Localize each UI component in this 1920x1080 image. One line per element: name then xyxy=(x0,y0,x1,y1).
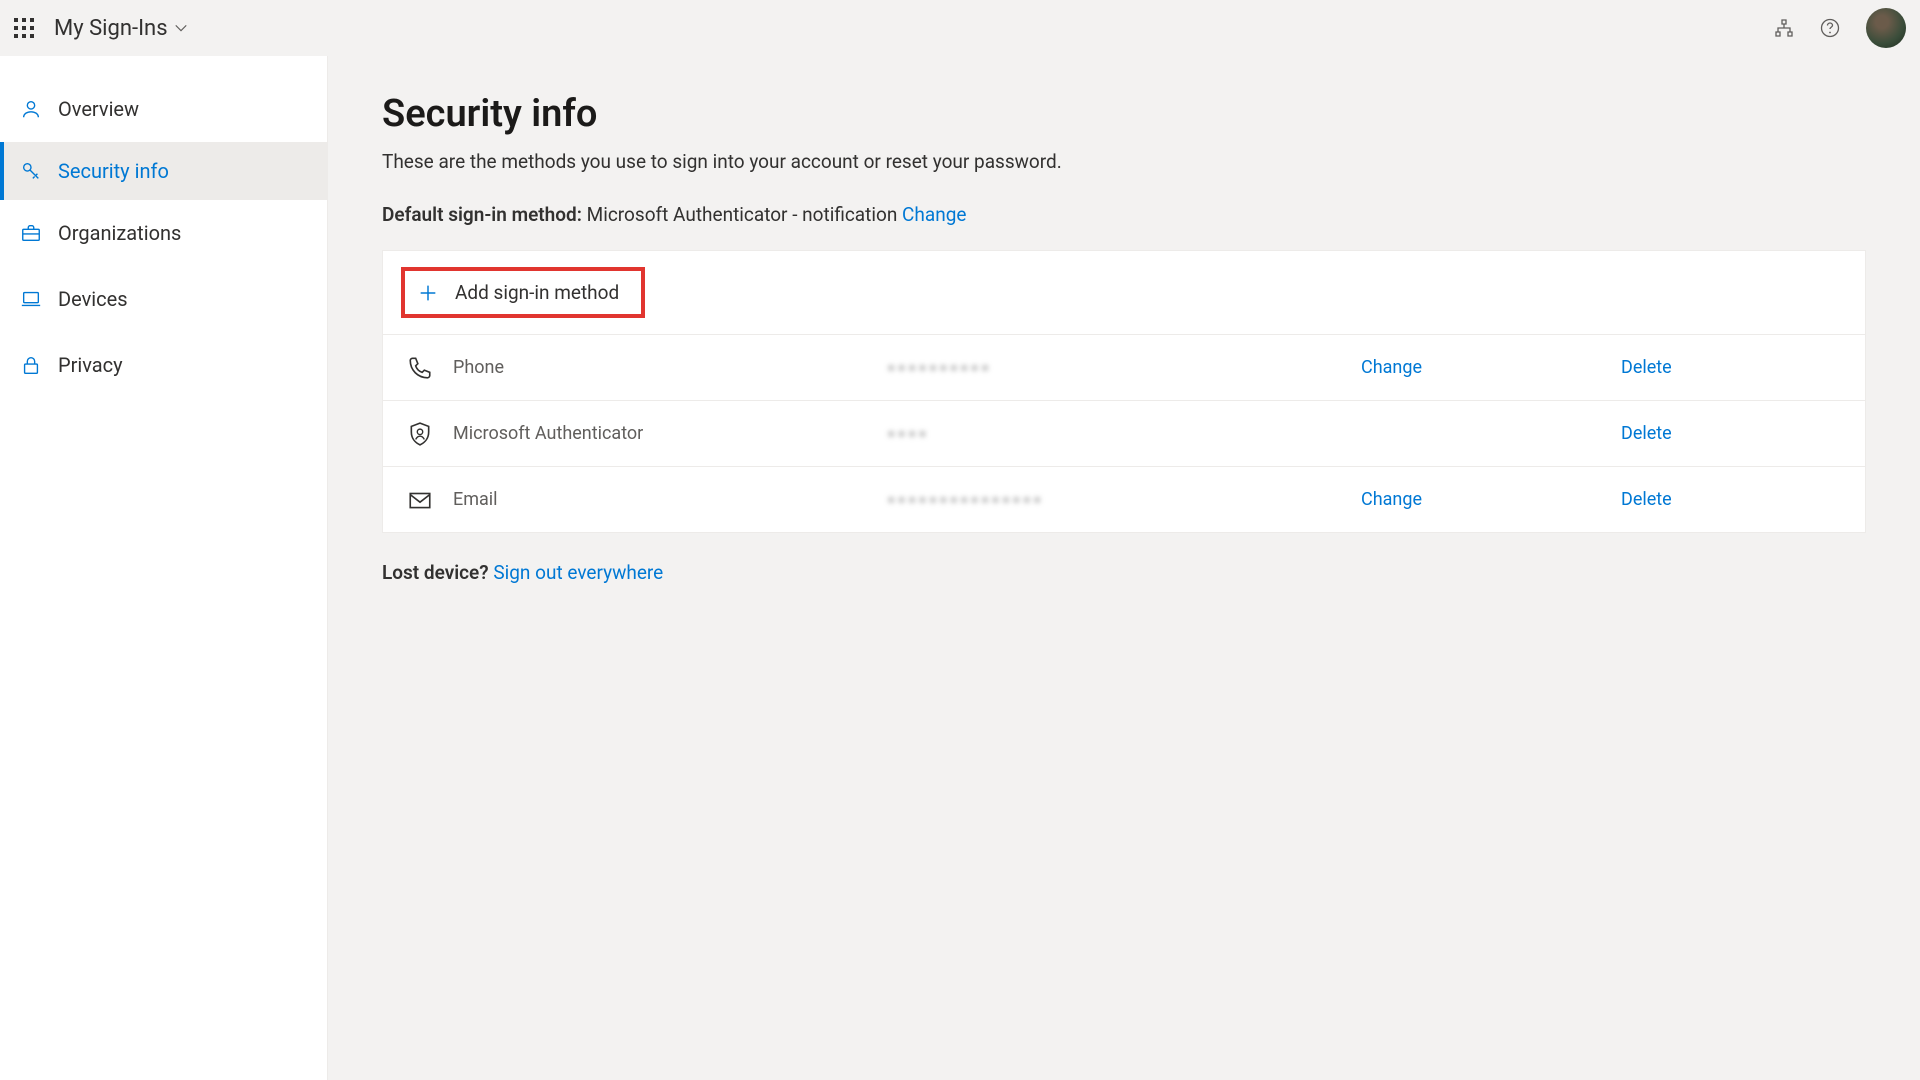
lost-device-label: Lost device? xyxy=(382,561,489,584)
chevron-down-icon xyxy=(174,21,188,35)
avatar[interactable] xyxy=(1866,8,1906,48)
add-method-row: Add sign-in method xyxy=(383,251,1865,334)
method-row-phone: Phone •••••••••• Change Delete xyxy=(383,334,1865,400)
laptop-icon xyxy=(20,288,42,310)
sign-out-everywhere-link[interactable]: Sign out everywhere xyxy=(493,561,663,584)
header-left: My Sign-Ins xyxy=(14,16,188,41)
sidebar-item-privacy[interactable]: Privacy xyxy=(0,332,327,398)
method-row-authenticator: Microsoft Authenticator •••• Delete xyxy=(383,400,1865,466)
sidebar-item-label: Privacy xyxy=(58,353,123,377)
sidebar-item-devices[interactable]: Devices xyxy=(0,266,327,332)
header-right xyxy=(1774,8,1906,48)
sidebar-item-organizations[interactable]: Organizations xyxy=(0,200,327,266)
method-name: Microsoft Authenticator xyxy=(453,423,643,444)
delete-link[interactable]: Delete xyxy=(1621,423,1672,444)
page-title: Security info xyxy=(382,92,1866,136)
delete-link[interactable]: Delete xyxy=(1621,489,1672,510)
mail-icon xyxy=(407,487,433,513)
delete-link[interactable]: Delete xyxy=(1621,357,1672,378)
sidebar-item-security[interactable]: Security info xyxy=(0,142,327,200)
page-subtitle: These are the methods you use to sign in… xyxy=(382,150,1866,173)
person-icon xyxy=(20,98,42,120)
app-title-dropdown[interactable]: My Sign-Ins xyxy=(54,16,188,41)
change-link[interactable]: Change xyxy=(1361,357,1422,378)
app-launcher-icon[interactable] xyxy=(14,18,34,38)
method-row-email: Email ••••••••••••••• Change Delete xyxy=(383,466,1865,532)
app-title-text: My Sign-Ins xyxy=(54,16,168,41)
help-icon[interactable] xyxy=(1820,18,1840,38)
method-value: •••• xyxy=(887,427,929,443)
sidebar-item-label: Organizations xyxy=(58,221,181,245)
phone-icon xyxy=(407,355,433,381)
sidebar-item-label: Security info xyxy=(58,159,169,183)
add-method-button[interactable]: Add sign-in method xyxy=(401,267,645,318)
briefcase-icon xyxy=(20,222,42,244)
lock-icon xyxy=(20,354,42,376)
method-value: ••••••••••••••• xyxy=(887,493,1043,509)
default-method-line: Default sign-in method: Microsoft Authen… xyxy=(382,203,1866,226)
top-header: My Sign-Ins xyxy=(0,0,1920,56)
key-icon xyxy=(20,160,42,182)
method-name: Phone xyxy=(453,357,504,378)
main-content: Security info These are the methods you … xyxy=(328,56,1920,1080)
sidebar-item-label: Devices xyxy=(58,287,128,311)
sidebar: Overview Security info Organizations Dev… xyxy=(0,56,328,1080)
methods-table: Add sign-in method Phone •••••••••• Chan… xyxy=(382,250,1866,533)
sitemap-icon[interactable] xyxy=(1774,18,1794,38)
sidebar-item-overview[interactable]: Overview xyxy=(0,76,327,142)
change-default-link[interactable]: Change xyxy=(902,203,966,226)
method-value: •••••••••• xyxy=(887,361,991,377)
add-method-label: Add sign-in method xyxy=(455,281,619,304)
plus-icon xyxy=(417,282,439,304)
default-method-label: Default sign-in method: xyxy=(382,203,582,226)
lost-device-line: Lost device? Sign out everywhere xyxy=(382,561,1866,584)
authenticator-icon xyxy=(407,421,433,447)
change-link[interactable]: Change xyxy=(1361,489,1422,510)
sidebar-item-label: Overview xyxy=(58,97,139,121)
default-method-value: Microsoft Authenticator - notification xyxy=(587,203,898,226)
method-name: Email xyxy=(453,489,498,510)
